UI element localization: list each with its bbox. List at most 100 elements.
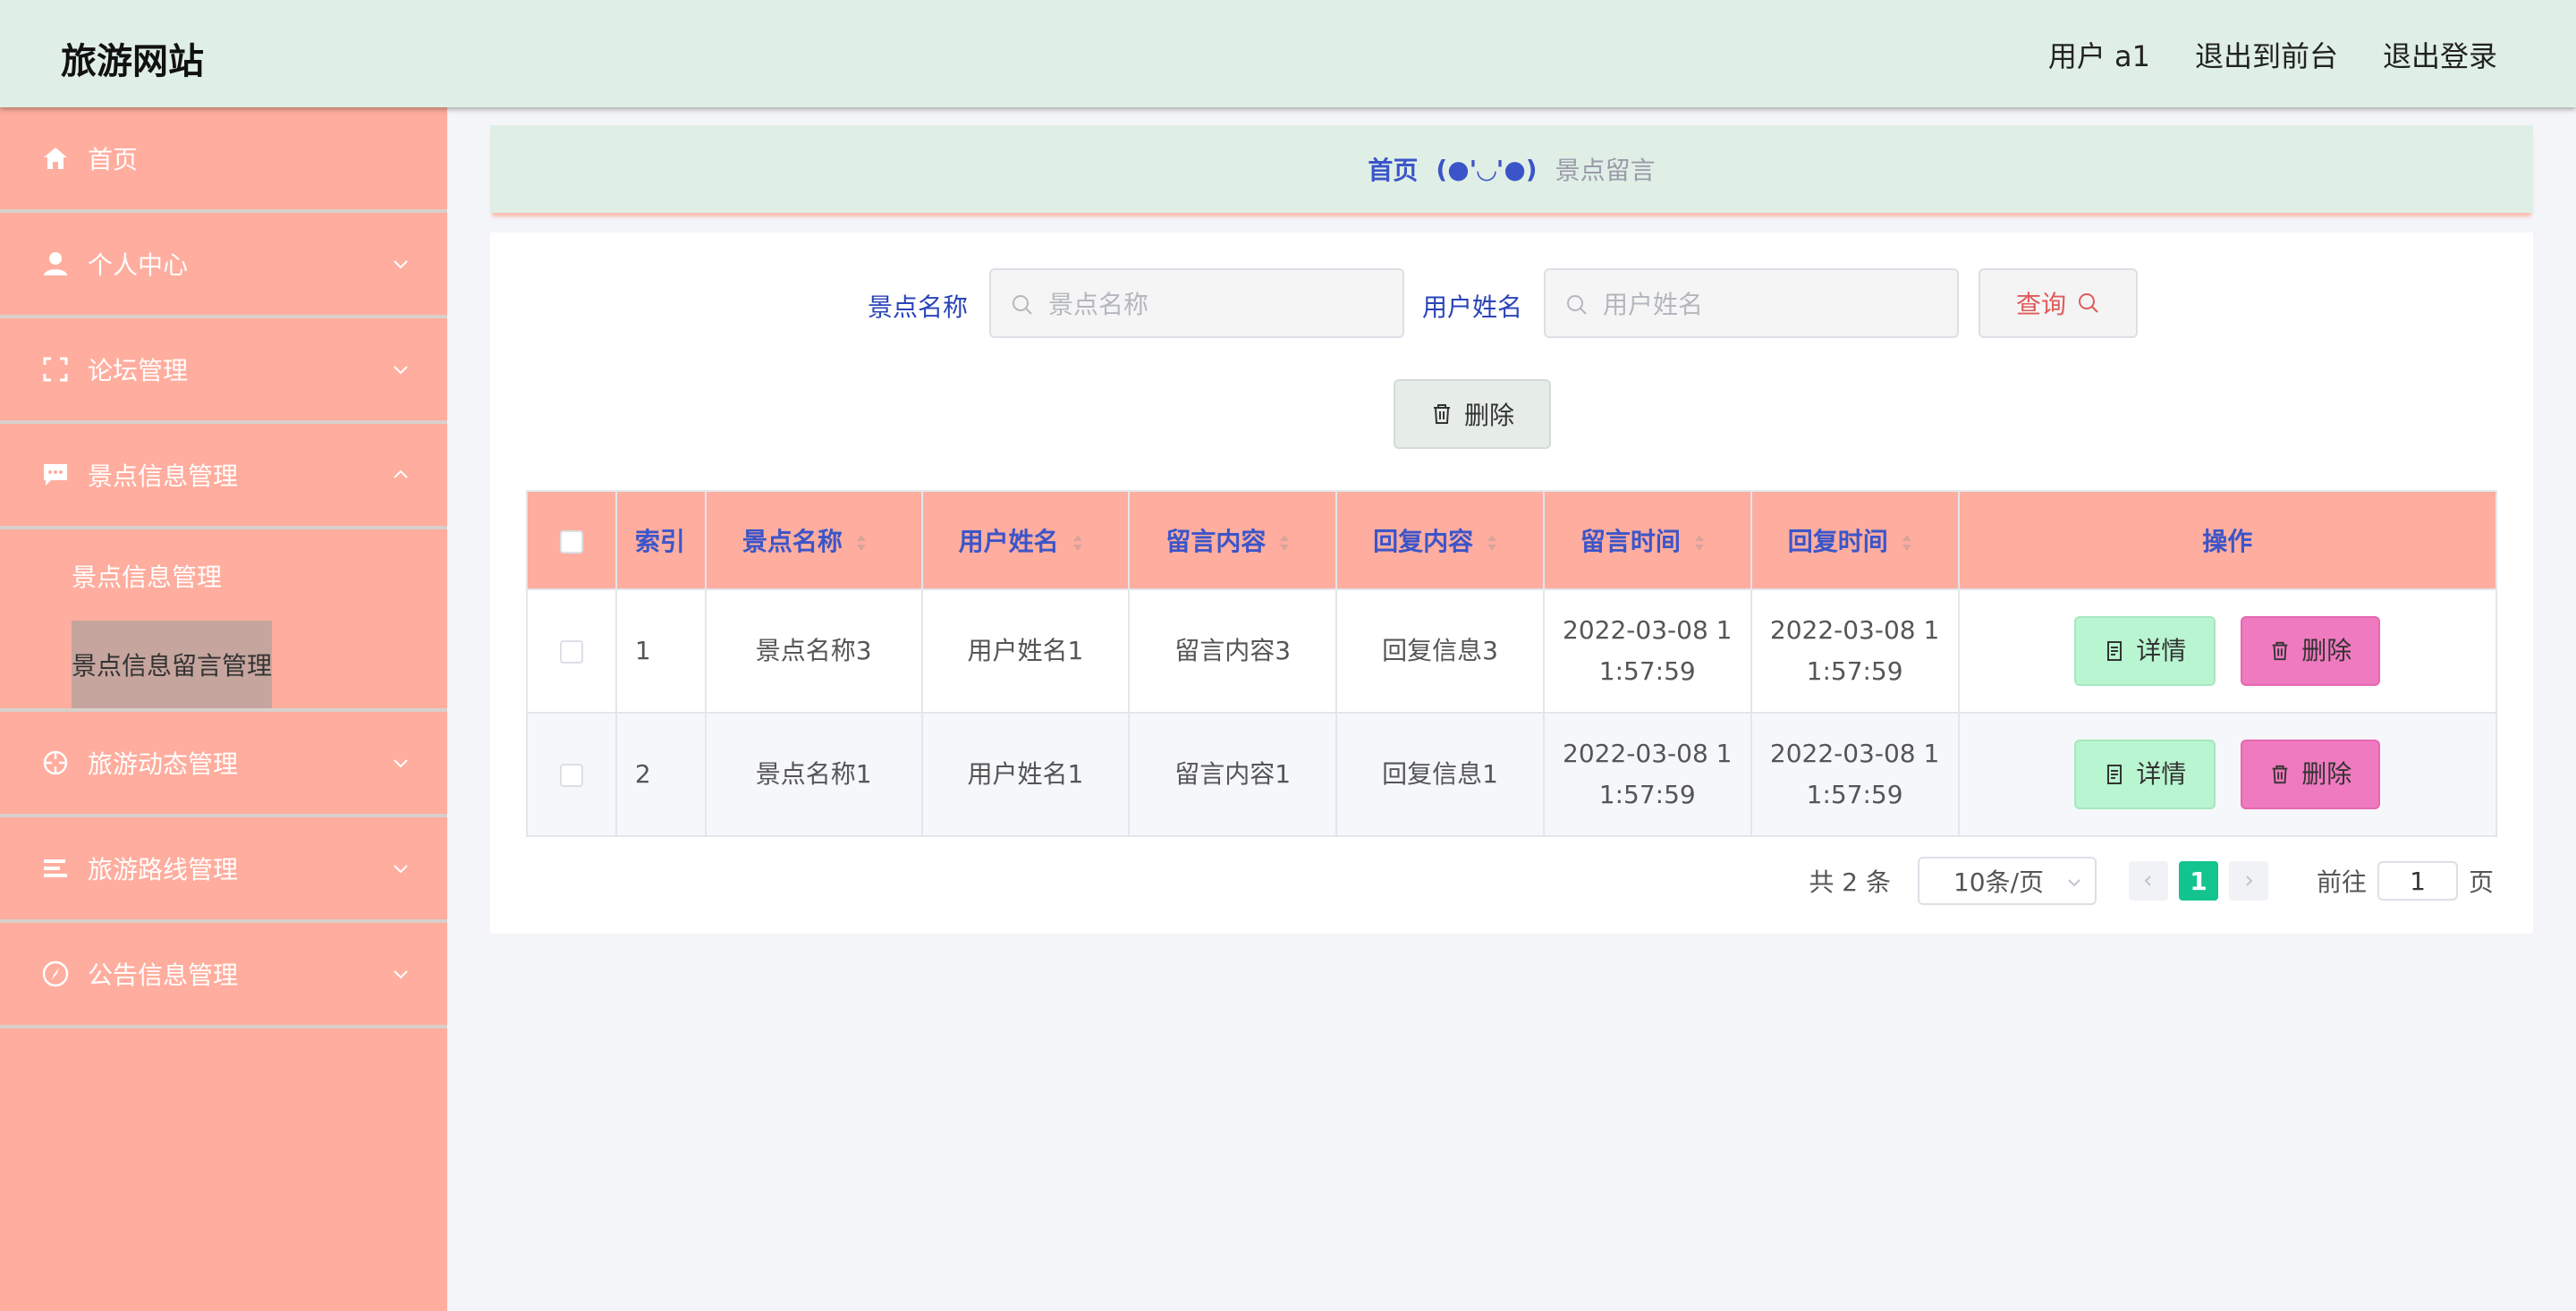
cell-index: 1 [614,588,707,714]
logout-link[interactable]: 退出登录 [2383,34,2497,75]
select-all-checkbox[interactable] [559,529,583,554]
trash-icon [1433,404,1450,424]
row-select-cell [526,712,617,837]
column-header-user[interactable]: 用户姓名 [920,490,1131,590]
sidebar-item-label: 首页 [88,145,139,174]
submenu-item-spot-messages[interactable]: 景点信息留言管理 [72,621,273,708]
sidebar-item-label: 个人中心 [88,250,189,280]
chat-icon [44,464,67,486]
chevron-down-icon [394,865,408,874]
document-icon [2107,765,2123,784]
column-header-spot[interactable]: 景点名称 [704,490,923,590]
cell-index: 2 [614,712,707,837]
select-all-cell [526,490,617,590]
chevron-up-icon [394,469,408,478]
total-count: 共 2 条 [1809,867,1891,897]
column-header-content[interactable]: 留言内容 [1128,490,1338,590]
cell-spot: 景点名称1 [704,712,923,837]
sort-icon [1694,535,1704,551]
cell-spot: 景点名称3 [704,588,923,714]
search-form: 景点名称 用户姓名 查询 [490,268,2533,340]
search-icon [1567,295,1587,315]
site-title: 旅游网站 [61,41,204,82]
column-header-label: 用户姓名 [958,527,1059,556]
user-name-field [1544,268,1959,338]
row-delete-button[interactable]: 删除 [2241,740,2381,809]
sort-icon [1072,535,1082,551]
document-icon [2107,641,2123,661]
row-select-cell [526,588,617,714]
sidebar-item-notices[interactable]: 公告信息管理 [0,923,447,1028]
row-delete-label: 删除 [2301,759,2352,789]
batch-delete-button[interactable]: 删除 [1394,379,1551,449]
goto-page-input[interactable] [2377,861,2458,901]
exit-to-front-link[interactable]: 退出到前台 [2195,34,2338,75]
column-header-label: 景点名称 [741,527,843,556]
cell-content: 留言内容3 [1128,588,1338,714]
sidebar-item-spot-info[interactable]: 景点信息管理 [0,424,447,529]
cell-content: 留言内容1 [1128,712,1338,837]
sidebar-item-travel-routes[interactable]: 旅游路线管理 [0,817,447,923]
time-line: 1:57:59 [1806,656,1903,686]
next-page-button[interactable] [2228,861,2268,901]
time-line: 2022-03-08 1 [1563,615,1733,645]
sidebar-item-label: 景点信息管理 [88,461,239,491]
cell-user: 用户姓名1 [920,588,1131,714]
query-button[interactable]: 查询 [1979,268,2138,338]
query-button-label: 查询 [2015,290,2066,319]
top-header: 旅游网站 用户 a1 退出到前台 退出登录 [0,0,2576,107]
sort-icon [1902,535,1911,551]
detail-button[interactable]: 详情 [2074,616,2216,686]
page-size-value: 10条/页 [1953,867,2045,897]
home-icon [44,148,67,169]
sidebar-item-forum[interactable]: 论坛管理 [0,318,447,424]
time-line: 1:57:59 [1598,780,1696,809]
column-header-reply-time[interactable]: 回复时间 [1750,490,1960,590]
user-name-input[interactable] [1601,270,1945,338]
sort-icon [1487,535,1497,551]
spot-name-label: 景点名称 [868,292,969,322]
chevron-right-icon [2246,875,2253,886]
spot-name-input[interactable] [1046,270,1390,338]
messages-table: 索引 景点名称 用户姓名 留言内容 回复内容 留言时间 回复时间 操作 1 景点… [526,490,2498,837]
goto-label: 前往 [2316,867,2367,897]
column-header-msg-time[interactable]: 留言时间 [1542,490,1752,590]
page-size-select[interactable]: 10条/页 [1917,857,2097,905]
batch-delete-label: 删除 [1463,401,1514,430]
time-line: 2022-03-08 1 [1769,615,1940,645]
breadcrumb-home[interactable]: 首页 [1368,151,1418,187]
detail-button[interactable]: 详情 [2074,740,2216,809]
breadcrumb-separator: (●'◡'●) [1436,154,1538,184]
main-panel: 景点名称 用户姓名 查询 删除 索引 景点名称 用户姓名 [490,233,2533,934]
chevron-down-icon [394,260,408,269]
prev-page-button[interactable] [2128,861,2168,901]
trash-icon [2272,641,2288,661]
page-number-current[interactable]: 1 [2178,861,2218,901]
sidebar-item-travel-news[interactable]: 旅游动态管理 [0,712,447,817]
time-line: 2022-03-08 1 [1769,739,1940,768]
submenu-item-spot-info[interactable]: 景点信息管理 [72,558,222,594]
row-checkbox[interactable] [559,764,583,787]
sidebar-item-profile[interactable]: 个人中心 [0,213,447,318]
chevron-down-icon [394,759,408,768]
chevron-down-icon [394,970,408,979]
user-name-link[interactable]: 用户 a1 [2048,34,2150,75]
sort-icon [1280,535,1290,551]
sidebar-item-label: 旅游路线管理 [88,855,239,884]
user-icon [44,252,67,275]
cell-actions: 详情 删除 [1957,588,2498,714]
chevron-left-icon [2144,875,2151,886]
cell-actions: 详情 删除 [1957,712,2498,837]
column-header: 索引 [614,490,707,590]
breadcrumb-current: 景点留言 [1555,156,1656,185]
column-header-reply[interactable]: 回复内容 [1335,490,1545,590]
detail-button-label: 详情 [2136,759,2187,789]
cell-reply: 回复信息3 [1335,588,1545,714]
sidebar: 首页 个人中心 论坛管理 景点信息管理 景点信息管理 景点信息留言管理 旅游动态… [0,107,447,1311]
row-checkbox[interactable] [559,640,583,664]
row-delete-button[interactable]: 删除 [2241,616,2381,686]
sidebar-item-home[interactable]: 首页 [0,107,447,213]
sidebar-item-label: 旅游动态管理 [88,749,239,779]
time-line: 1:57:59 [1806,780,1903,809]
cell-reply-time: 2022-03-08 1 1:57:59 [1750,712,1960,837]
